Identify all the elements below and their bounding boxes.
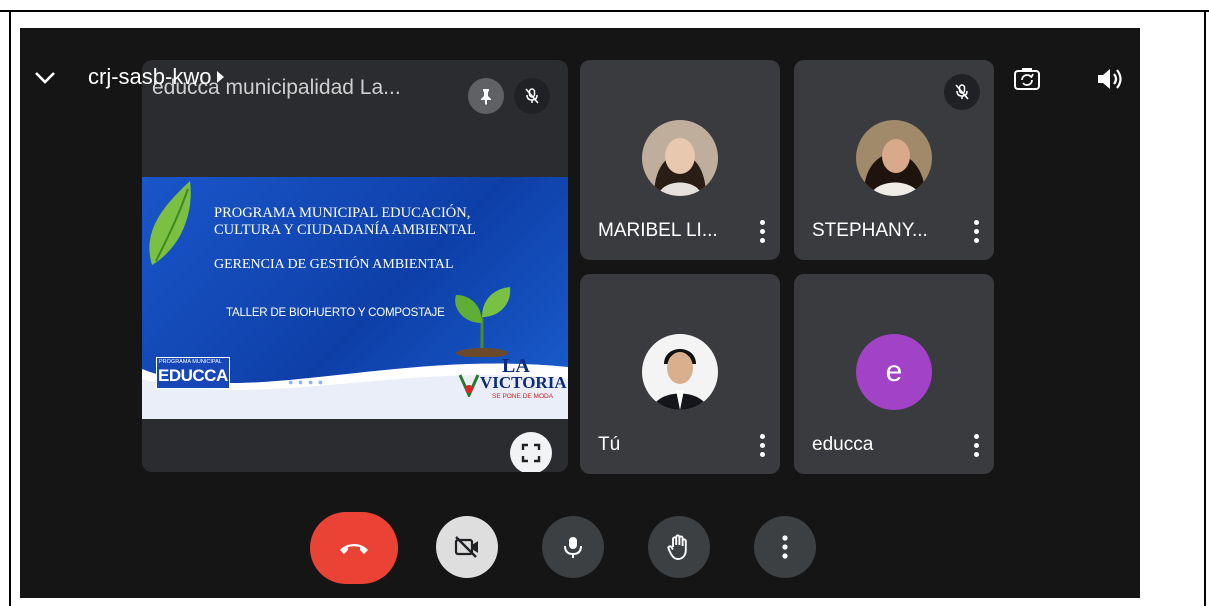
pin-icon [481, 89, 491, 105]
microphone-icon [564, 537, 582, 558]
participant-tile[interactable]: STEPHANY... [794, 60, 994, 260]
end-call-button[interactable] [310, 512, 398, 584]
participant-more-icon[interactable] [974, 220, 980, 244]
person-photo-icon [856, 120, 932, 196]
participant-name: STEPHANY... [812, 220, 928, 241]
mic-off-icon [525, 88, 539, 104]
fullscreen-icon [521, 443, 541, 463]
la-victoria-logo: LA VICTORIA SE PONE DE MODA [452, 353, 567, 413]
social-icons: ● ● ● ● [288, 377, 325, 387]
participant-tile-self[interactable]: Tú [580, 274, 780, 474]
meet-call-screen: crj-sasb-kwo educca municipalidad La... [20, 28, 1140, 598]
shared-slide: PROGRAMA MUNICIPAL EDUCACIÓN, CULTURA Y … [142, 177, 568, 419]
educca-logo: PROGRAMA MUNICIPAL EDUCCA [156, 357, 230, 389]
meeting-code[interactable]: crj-sasb-kwo [88, 64, 225, 90]
slide-title-line1: PROGRAMA MUNICIPAL EDUCACIÓN, [214, 205, 471, 221]
person-photo-icon [642, 120, 718, 196]
phone-hangup-icon [340, 544, 368, 554]
chevron-down-icon[interactable] [32, 64, 58, 90]
participant-tile[interactable]: MARIBEL LI... [580, 60, 780, 260]
victoria-name-text: VICTORIA [480, 373, 567, 392]
pin-button[interactable] [468, 78, 504, 114]
presenter-muted-indicator [514, 78, 550, 114]
slide-subtitle: GERENCIA DE GESTIÓN AMBIENTAL [214, 257, 454, 272]
camera-off-icon [454, 536, 478, 558]
victoria-emblem-icon [458, 374, 480, 397]
slide-title-line2: CULTURA Y CIUDADANÍA AMBIENTAL [214, 222, 476, 238]
slide-title: PROGRAMA MUNICIPAL EDUCACIÓN, CULTURA Y … [214, 205, 476, 239]
participant-more-icon[interactable] [974, 434, 980, 458]
avatar [642, 334, 718, 410]
presentation-tile[interactable]: educca municipalidad La... PROGRAMA MUNI… [142, 60, 568, 472]
fullscreen-button[interactable] [510, 432, 552, 472]
screenshot-border-left [9, 10, 11, 606]
screenshot-border-right [1204, 12, 1206, 606]
more-vert-icon [782, 535, 788, 559]
screenshot-border-top [0, 10, 1209, 12]
avatar [856, 120, 932, 196]
more-options-button[interactable] [754, 516, 816, 578]
raise-hand-button[interactable] [648, 516, 710, 578]
sprout-icon [455, 287, 511, 357]
speaker-icon[interactable] [1094, 64, 1124, 94]
educca-logo-small: PROGRAMA MUNICIPAL [159, 359, 222, 365]
educca-logo-big: EDUCCA [158, 366, 228, 385]
participant-more-icon[interactable] [760, 220, 766, 244]
microphone-button[interactable] [542, 516, 604, 578]
avatar [642, 120, 718, 196]
victoria-slogan: SE PONE DE MODA [492, 393, 554, 400]
raise-hand-icon [667, 534, 687, 560]
participant-name: educca [812, 434, 874, 455]
leaf-icon [149, 181, 191, 265]
participant-tile[interactable]: e educca [794, 274, 994, 474]
participant-muted-indicator [944, 74, 980, 110]
mic-off-icon [955, 84, 969, 100]
caret-right-icon [217, 71, 225, 83]
switch-camera-icon[interactable] [1012, 64, 1042, 94]
slide-workshop: TALLER DE BIOHUERTO Y COMPOSTAJE [226, 307, 445, 319]
participant-name: MARIBEL LI... [598, 220, 718, 241]
avatar: e [856, 334, 932, 410]
person-photo-icon [642, 334, 718, 410]
participant-name: Tú [598, 434, 621, 455]
participant-more-icon[interactable] [760, 434, 766, 458]
meeting-code-text: crj-sasb-kwo [88, 64, 212, 89]
camera-toggle-button[interactable] [436, 516, 498, 578]
